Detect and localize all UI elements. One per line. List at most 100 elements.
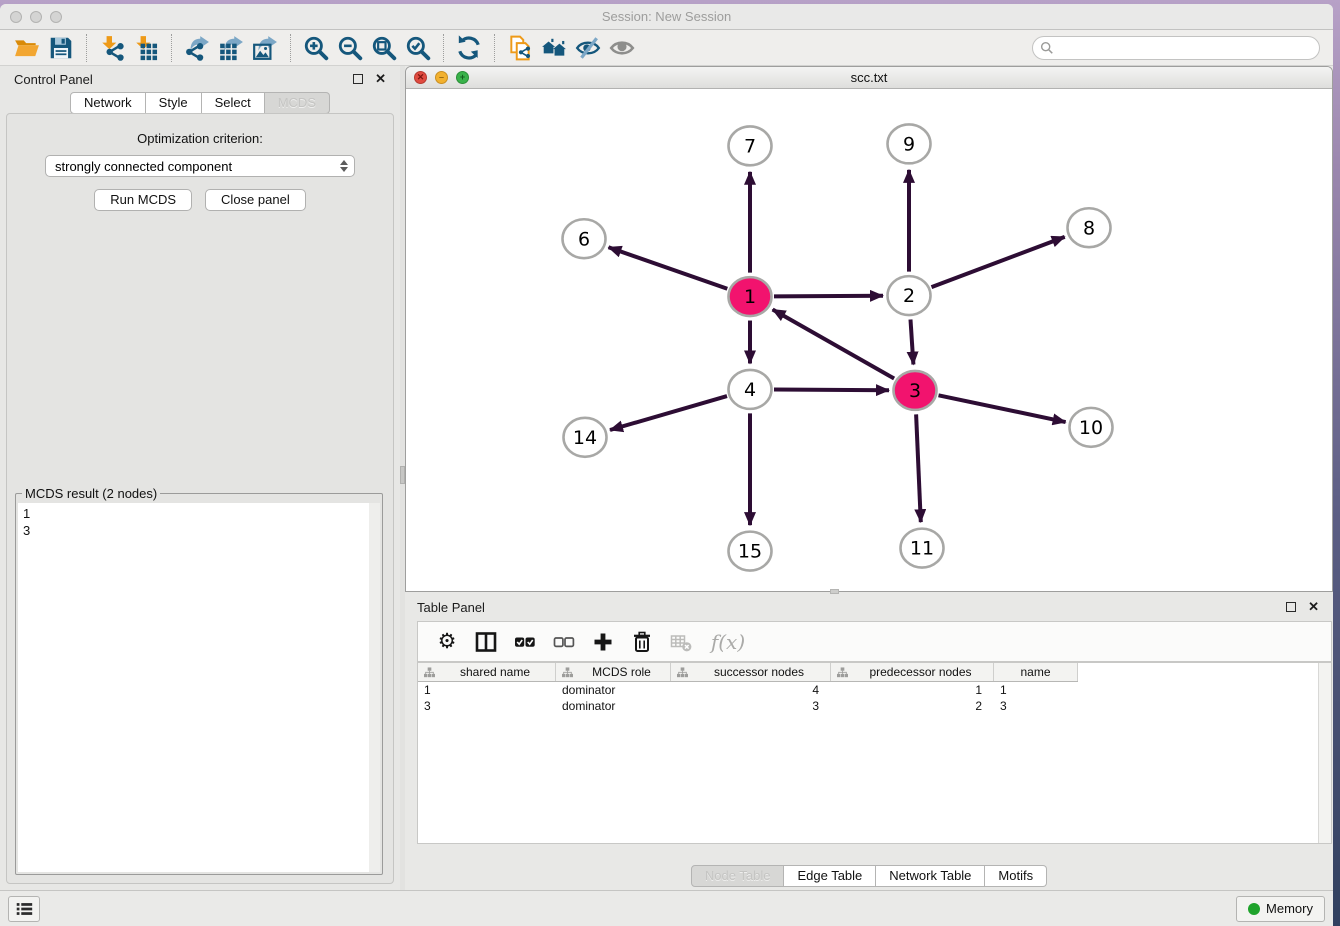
close-panel-button-2[interactable]: Close panel — [205, 189, 306, 211]
graph-node-8[interactable]: 8 — [1068, 208, 1111, 247]
network-maximize-button[interactable]: + — [456, 71, 469, 84]
table-float-button[interactable] — [1286, 602, 1296, 612]
tab-network[interactable]: Network — [70, 92, 146, 114]
table-panel-title: Table Panel — [417, 600, 1286, 615]
graph-node-4[interactable]: 4 — [729, 370, 772, 409]
zoom-selected-button[interactable] — [401, 32, 435, 64]
close-window-button[interactable] — [10, 11, 22, 23]
tree-icon — [833, 667, 850, 678]
svg-text:11: 11 — [910, 538, 934, 560]
home-button[interactable] — [537, 32, 571, 64]
table-row[interactable]: 1dominator411 — [418, 682, 1078, 698]
tree-icon — [420, 667, 437, 678]
result-scrollbar[interactable] — [369, 503, 380, 872]
table-panel: Table Panel ✕ ⚙f(x) shared nameMCDS role… — [405, 592, 1333, 890]
graph-edge-4-14[interactable] — [610, 396, 727, 430]
graph-edge-2-3[interactable] — [911, 320, 914, 365]
optimization-select[interactable]: strongly connected component — [45, 155, 355, 177]
graph-node-6[interactable]: 6 — [563, 219, 606, 258]
column-header-shared-name[interactable]: shared name — [418, 663, 556, 681]
table-row[interactable]: 3dominator323 — [418, 698, 1078, 714]
graph-node-9[interactable]: 9 — [888, 124, 931, 163]
open-session-button[interactable] — [10, 32, 44, 64]
minimize-window-button[interactable] — [30, 11, 42, 23]
tab-mcds[interactable]: MCDS — [265, 92, 330, 114]
svg-text:1: 1 — [744, 286, 756, 308]
splitter-grip[interactable] — [400, 466, 405, 484]
graph-edge-1-2[interactable] — [774, 296, 883, 297]
column-header-predecessor-nodes[interactable]: predecessor nodes — [831, 663, 994, 681]
graph-edge-4-3[interactable] — [774, 390, 889, 391]
zoom-out-icon — [337, 35, 363, 61]
hide-panels-button[interactable] — [571, 32, 605, 64]
eye-icon — [609, 35, 635, 61]
graph-node-2[interactable]: 2 — [888, 276, 931, 315]
app-window: Session: New Session Control Panel ✕ Net… — [0, 4, 1333, 926]
search-input[interactable] — [1054, 38, 1319, 58]
graph-edge-3-11[interactable] — [916, 414, 921, 522]
table-cell: 2 — [831, 699, 994, 713]
graph-edge-3-1[interactable] — [773, 309, 895, 378]
deselect-all-columns-button[interactable] — [552, 630, 576, 654]
table-scrollbar[interactable] — [1318, 663, 1331, 843]
column-header-MCDS-role[interactable]: MCDS role — [556, 663, 671, 681]
svg-text:4: 4 — [744, 379, 756, 401]
tab-select[interactable]: Select — [202, 92, 265, 114]
export-network-button[interactable] — [180, 32, 214, 64]
graph-edge-2-8[interactable] — [932, 237, 1065, 287]
graph-node-11[interactable]: 11 — [901, 529, 944, 568]
graph-node-14[interactable]: 14 — [564, 418, 607, 457]
table-cell: dominator — [556, 683, 671, 697]
graph-node-10[interactable]: 10 — [1070, 408, 1113, 447]
tab-style[interactable]: Style — [146, 92, 202, 114]
graph-edge-3-10[interactable] — [939, 395, 1066, 422]
mcds-result-line: 3 — [23, 522, 375, 539]
create-column-button[interactable] — [591, 630, 615, 654]
column-header-name[interactable]: name — [994, 663, 1078, 681]
table-settings-button[interactable]: ⚙ — [435, 630, 459, 654]
delete-column-button[interactable] — [630, 630, 654, 654]
graph-node-15[interactable]: 15 — [729, 532, 772, 571]
select-all-columns-button[interactable] — [513, 630, 537, 654]
graph-edge-1-6[interactable] — [609, 247, 728, 288]
import-table-button[interactable] — [129, 32, 163, 64]
zoom-fit-button[interactable] — [367, 32, 401, 64]
network-minimize-button[interactable]: – — [435, 71, 448, 84]
tab-edge-table[interactable]: Edge Table — [784, 865, 876, 887]
mcds-result-list[interactable]: 13 — [18, 503, 380, 872]
save-session-button[interactable] — [44, 32, 78, 64]
float-panel-button[interactable] — [353, 74, 363, 84]
show-column-panel-button[interactable] — [474, 630, 498, 654]
duplicate-network-icon — [507, 35, 533, 61]
preview-button[interactable] — [605, 32, 639, 64]
column-header-successor-nodes[interactable]: successor nodes — [671, 663, 831, 681]
run-mcds-button[interactable]: Run MCDS — [94, 189, 192, 211]
network-close-button[interactable]: ✕ — [414, 71, 427, 84]
graph-node-1[interactable]: 1 — [729, 277, 772, 316]
graph-node-3[interactable]: 3 — [894, 371, 937, 410]
memory-button[interactable]: Memory — [1236, 896, 1325, 922]
zoom-out-button[interactable] — [333, 32, 367, 64]
table-cell: 3 — [418, 699, 556, 713]
optimization-value: strongly connected component — [55, 159, 340, 174]
uncheck-all-icon — [553, 631, 575, 653]
graph-node-7[interactable]: 7 — [729, 126, 772, 165]
toolbar-separator — [171, 34, 172, 62]
tab-node-table[interactable]: Node Table — [691, 865, 785, 887]
horizontal-splitter-grip[interactable] — [830, 589, 839, 594]
export-table-button[interactable] — [214, 32, 248, 64]
table-close-button[interactable]: ✕ — [1308, 599, 1319, 615]
import-network-button[interactable] — [95, 32, 129, 64]
tab-network-table[interactable]: Network Table — [876, 865, 985, 887]
chevron-updown-icon — [340, 160, 350, 172]
refresh-button[interactable] — [452, 32, 486, 64]
zoom-in-button[interactable] — [299, 32, 333, 64]
export-image-button[interactable] — [248, 32, 282, 64]
table-cell: 3 — [671, 699, 831, 713]
task-history-button[interactable] — [8, 896, 40, 922]
tab-motifs[interactable]: Motifs — [985, 865, 1047, 887]
close-panel-button[interactable]: ✕ — [375, 71, 386, 87]
network-canvas[interactable]: 1 2 3 4 6 7 8 9 10 11 14 15 — [406, 89, 1332, 591]
maximize-window-button[interactable] — [50, 11, 62, 23]
duplicate-network-button[interactable] — [503, 32, 537, 64]
